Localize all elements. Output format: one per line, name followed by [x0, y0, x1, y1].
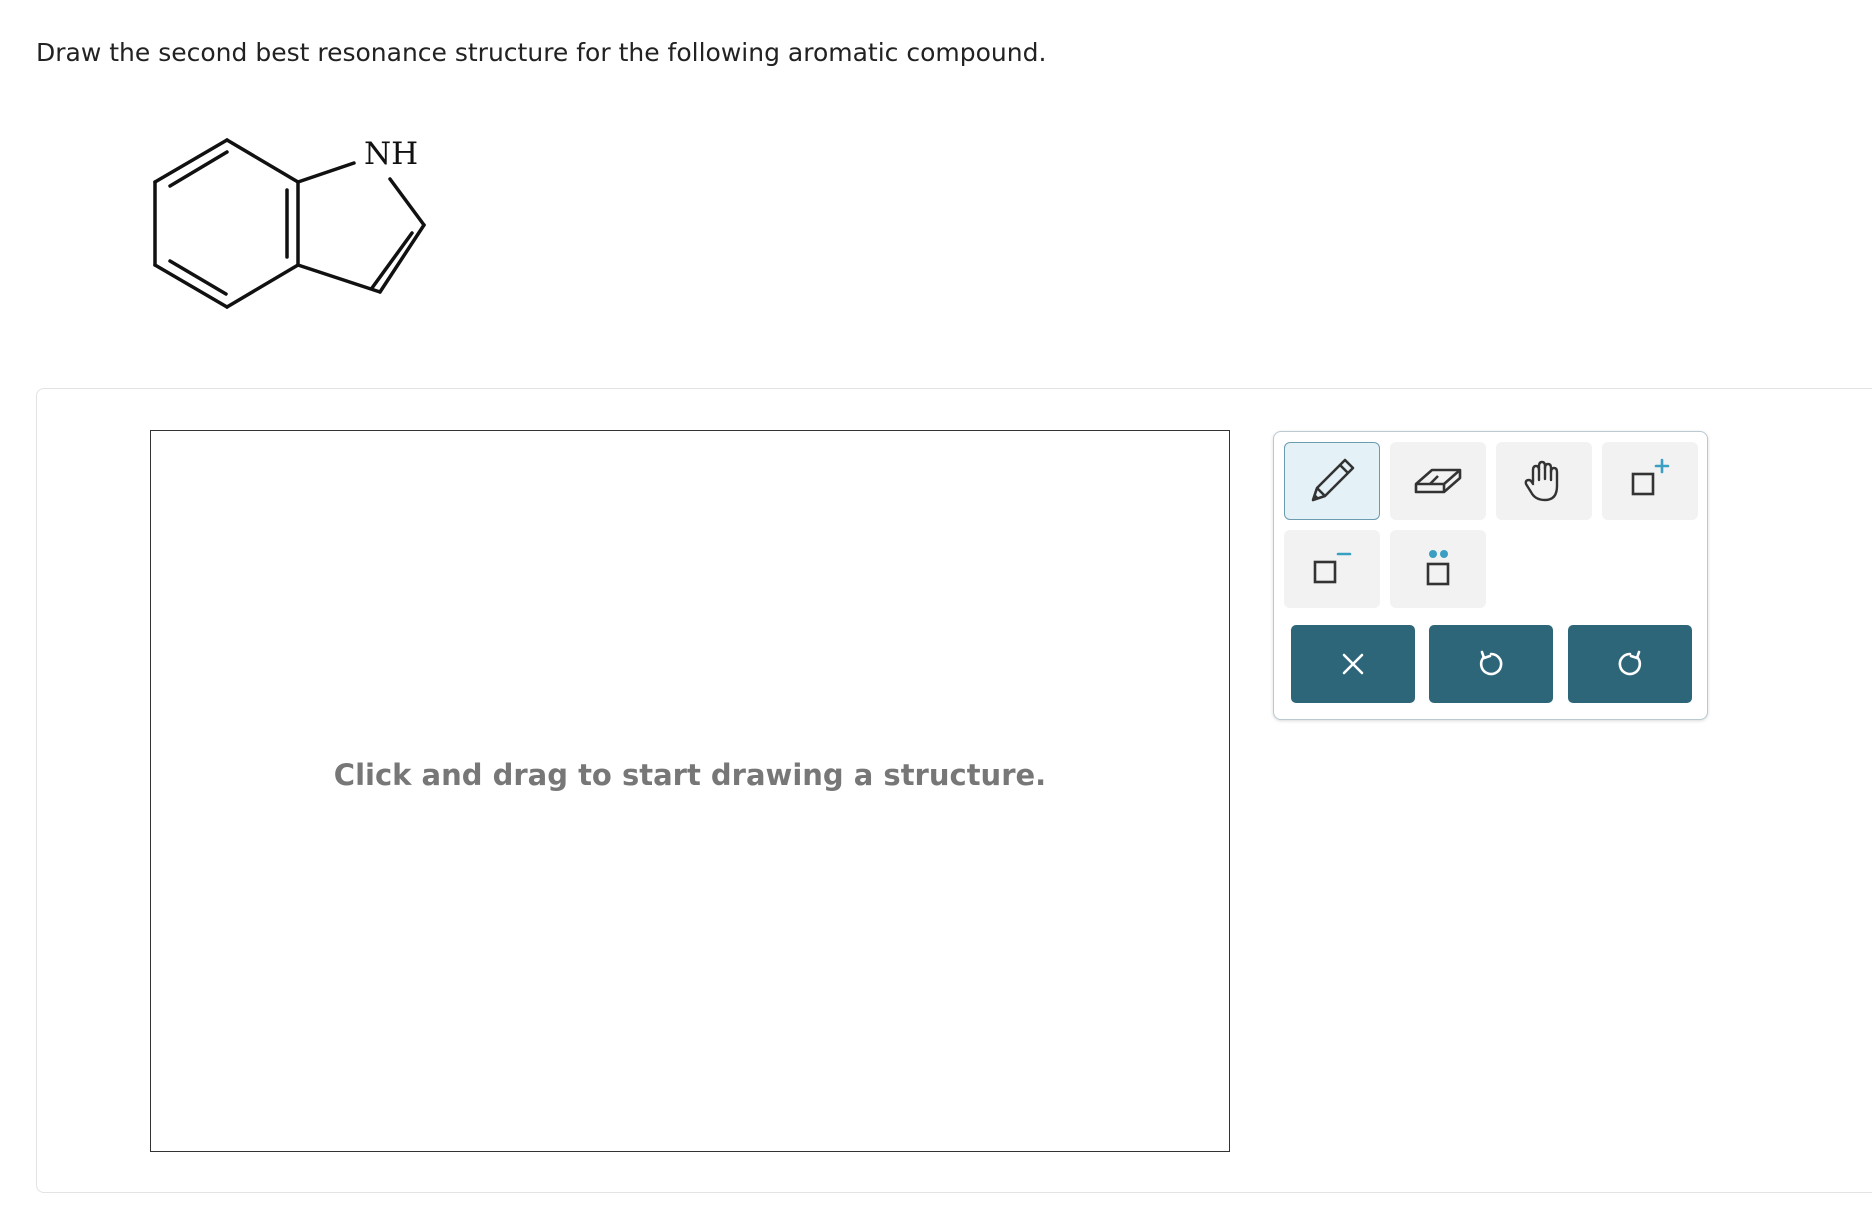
bond: [378, 223, 426, 294]
positive-charge-icon: [1631, 458, 1670, 496]
lone-pair-tool[interactable]: [1390, 530, 1486, 608]
clear-button[interactable]: [1291, 625, 1415, 703]
close-icon: [1342, 653, 1364, 675]
bond: [153, 138, 229, 184]
redo-icon: [1618, 650, 1642, 676]
question-text: Draw the second best resonance structure…: [36, 38, 1047, 67]
bond: [225, 263, 300, 309]
pencil-tool[interactable]: [1284, 442, 1380, 520]
negative-charge-icon: [1313, 552, 1352, 584]
pan-tool[interactable]: [1496, 442, 1592, 520]
lone-pair-icon: [1426, 550, 1450, 586]
redo-button[interactable]: [1568, 625, 1692, 703]
nh-label: NH: [364, 136, 419, 172]
eraser-tool[interactable]: [1390, 442, 1486, 520]
bond: [296, 161, 356, 184]
positive-charge-tool[interactable]: [1602, 442, 1698, 520]
bond: [153, 263, 229, 309]
negative-charge-tool[interactable]: [1284, 530, 1380, 608]
eraser-icon: [1414, 468, 1462, 494]
bond: [225, 138, 300, 184]
hand-icon: [1524, 460, 1559, 502]
drawing-canvas[interactable]: Click and drag to start drawing a struct…: [150, 430, 1230, 1152]
pencil-icon: [1311, 458, 1355, 502]
double-bond: [370, 231, 414, 290]
undo-icon: [1479, 650, 1503, 676]
canvas-hint: Click and drag to start drawing a struct…: [333, 758, 1047, 792]
bond: [296, 263, 382, 294]
drawing-toolbar: [1273, 431, 1708, 720]
bond: [388, 177, 426, 227]
undo-button[interactable]: [1429, 625, 1553, 703]
